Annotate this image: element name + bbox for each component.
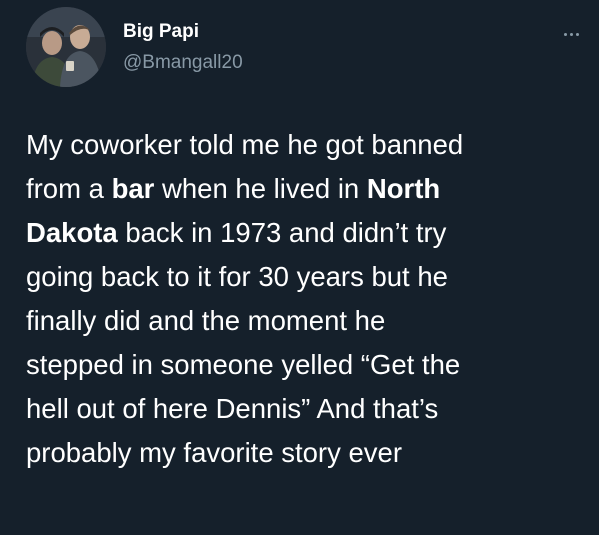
tweet-text-segment: hell out of here Dennis” And that’s (26, 393, 439, 424)
tweet-text-bold-segment: Dakota (26, 217, 118, 248)
tweet-text-line: hell out of here Dennis” And that’s (26, 387, 586, 431)
display-name[interactable]: Big Papi (123, 20, 199, 44)
avatar[interactable] (26, 7, 106, 87)
tweet-text-segment: finally did and the moment he (26, 305, 386, 336)
tweet-text-bold-segment: bar (111, 173, 155, 204)
tweet-text-line: Dakota back in 1973 and didn’t try (26, 211, 586, 255)
tweet-text-line: My coworker told me he got banned (26, 123, 586, 167)
tweet-text-bold-segment: North (366, 173, 441, 204)
tweet-text-segment: when he lived in (154, 173, 367, 204)
tweet-text: My coworker told me he got banned from a … (26, 123, 586, 475)
tweet-text-segment: stepped in someone yelled “Get the (26, 349, 461, 380)
tweet-card: Big Papi @Bmangall20 My coworker told me… (0, 0, 599, 535)
tweet-text-segment: My coworker told me he got banned (26, 129, 464, 160)
dot-icon (563, 32, 567, 36)
tweet-text-line: going back to it for 30 years but he (26, 255, 586, 299)
more-options-icon[interactable] (556, 24, 586, 44)
tweet-text-line: stepped in someone yelled “Get the (26, 343, 586, 387)
tweet-text-segment: probably my favorite story ever (26, 437, 402, 468)
tweet-text-line: probably my favorite story ever (26, 431, 586, 475)
tweet-text-segment: going back to it for 30 years but he (26, 261, 448, 292)
profile-photo-icon (26, 7, 106, 87)
dot-icon (569, 32, 573, 36)
user-handle[interactable]: @Bmangall20 (123, 51, 243, 75)
tweet-text-segment: back in 1973 and didn’t try (117, 217, 447, 248)
tweet-text-segment: from a (26, 173, 112, 204)
dot-icon (575, 32, 579, 36)
tweet-text-line: from a bar when he lived in North (26, 167, 586, 211)
tweet-text-line: finally did and the moment he (26, 299, 586, 343)
